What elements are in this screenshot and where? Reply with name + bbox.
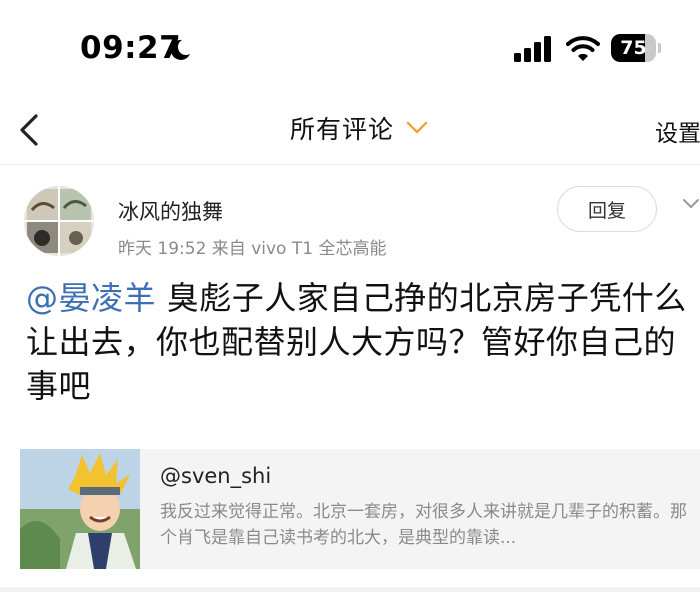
settings-button[interactable]: 设置 (655, 114, 700, 148)
mention-link[interactable]: @晏凌羊 (26, 279, 156, 317)
back-icon[interactable] (14, 110, 48, 150)
battery-icon: 75 (611, 34, 661, 62)
comic-avatar-image (24, 186, 94, 256)
comment-filter-dropdown[interactable]: 所有评论 (290, 110, 428, 146)
divider (0, 164, 700, 165)
section-separator (0, 587, 700, 592)
battery-level-text: 75 (620, 37, 647, 59)
signal-icon (514, 36, 551, 62)
avatar[interactable] (24, 186, 94, 256)
comment-username[interactable]: 冰风的独舞 (118, 196, 223, 226)
page-title: 所有评论 (290, 115, 395, 144)
comment-meta: 昨天 19:52 来自 vivo T1 全芯高能 (118, 239, 387, 259)
quoted-post-card[interactable]: @sven_shi 我反过来觉得正常。北京一套房，对很多人来讲就是几辈子的积蓄。… (20, 449, 700, 569)
status-bar: 09:27 75 (0, 0, 700, 96)
quoted-post-thumbnail (20, 449, 140, 569)
nav-bar: 所有评论 设置 (0, 96, 700, 164)
quoted-post-username: @sven_shi (160, 464, 272, 488)
more-chevron-icon[interactable] (682, 198, 700, 210)
reply-button[interactable]: 回复 (557, 186, 657, 232)
wifi-icon (566, 36, 600, 61)
status-time: 09:27 (80, 30, 182, 66)
chevron-down-icon (406, 121, 428, 134)
moon-icon (170, 39, 190, 60)
comment-body: @晏凌羊 臭彪子人家自己挣的北京房子凭什么让出去，你也配替别人大方吗？管好你自己… (26, 276, 698, 408)
quoted-post-text: 我反过来觉得正常。北京一套房，对很多人来讲就是几辈子的积蓄。那个肖飞是靠自己读书… (160, 502, 687, 548)
